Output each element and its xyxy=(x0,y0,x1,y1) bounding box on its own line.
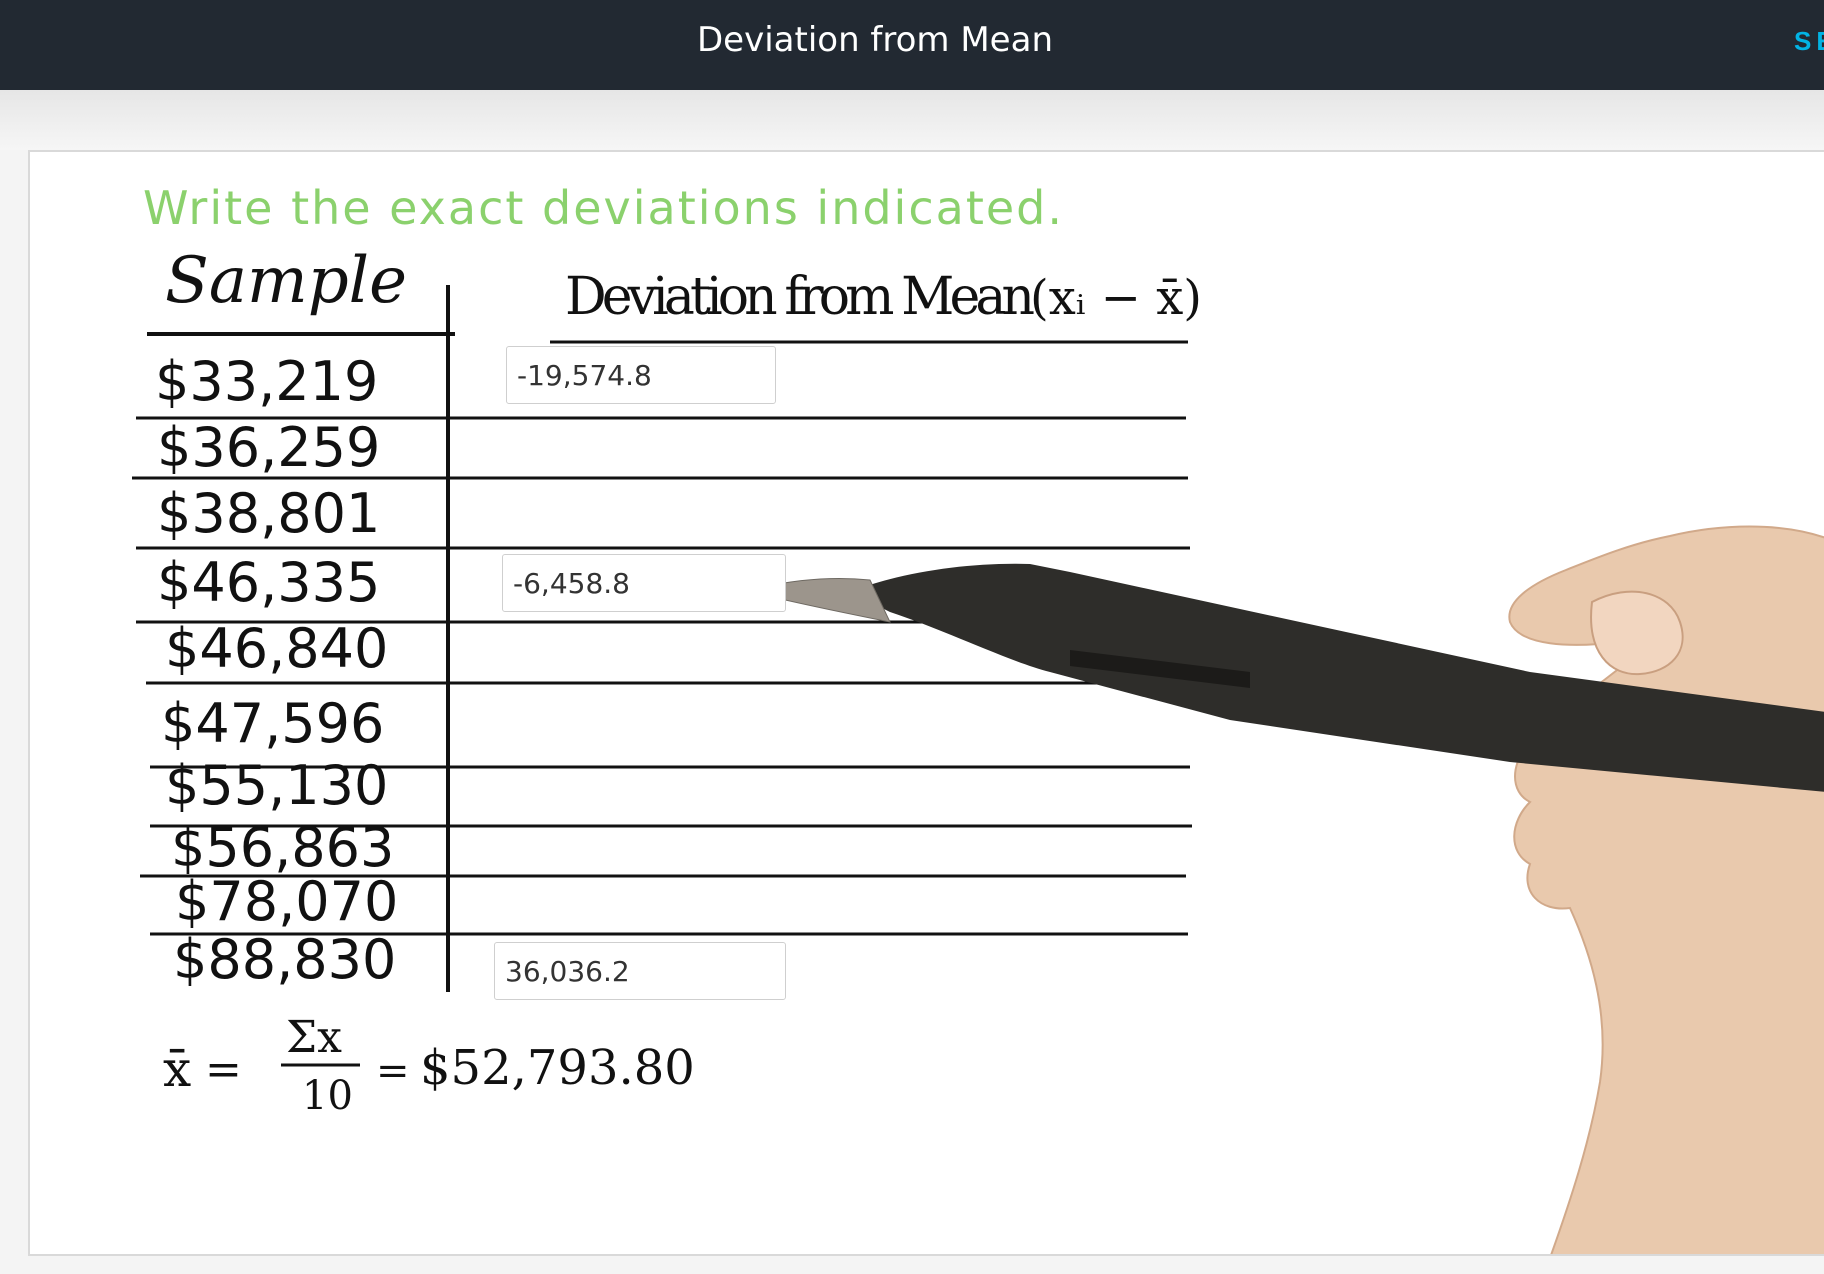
deviation-column-header: Deviation from Mean xyxy=(565,267,1035,327)
header-action-button[interactable]: SE xyxy=(1794,26,1824,57)
sample-value: $47,596 xyxy=(161,692,384,755)
equals-sign: = xyxy=(205,1044,242,1095)
mean-result: $52,793.80 xyxy=(420,1040,695,1096)
mean-formula: x̄ = Σx 10 = $52,793.80 xyxy=(163,1012,695,1119)
deviation-input-row-10[interactable] xyxy=(494,942,786,1000)
sample-value: $46,840 xyxy=(165,617,388,680)
equals-sign: = xyxy=(376,1048,410,1094)
quiz-frame: Write the exact deviations indicated. Sa… xyxy=(28,150,1824,1256)
hand-with-pen-illustration xyxy=(748,525,1824,1254)
sample-value: $46,335 xyxy=(157,551,380,614)
deviation-input-row-4[interactable] xyxy=(502,554,786,612)
sample-value: $33,219 xyxy=(155,350,378,413)
header-bar: Deviation from Mean SE xyxy=(0,0,1824,90)
sample-column-header: Sample xyxy=(165,244,407,318)
sample-value: $55,130 xyxy=(165,754,388,817)
sample-value: $38,801 xyxy=(157,482,380,545)
header-shadow xyxy=(0,90,1824,150)
sample-value: $36,259 xyxy=(157,416,380,479)
thumb-nail xyxy=(1590,590,1684,676)
instruction-text: Write the exact deviations indicated. xyxy=(143,181,1064,235)
whiteboard: Write the exact deviations indicated. Sa… xyxy=(132,181,1824,1254)
formula-denominator: 10 xyxy=(302,1073,353,1119)
formula-numerator: Σx xyxy=(286,1012,342,1063)
deviation-input-row-1[interactable] xyxy=(506,346,776,404)
sample-value: $78,070 xyxy=(175,870,398,933)
deviation-formula-label: (xᵢ − x̄) xyxy=(1030,270,1202,326)
sample-value: $88,830 xyxy=(173,928,396,991)
mean-symbol: x̄ xyxy=(163,1040,191,1098)
sample-values: $33,219 $36,259 $38,801 $46,335 $46,840 … xyxy=(155,350,398,991)
page-title: Deviation from Mean xyxy=(696,20,1053,60)
